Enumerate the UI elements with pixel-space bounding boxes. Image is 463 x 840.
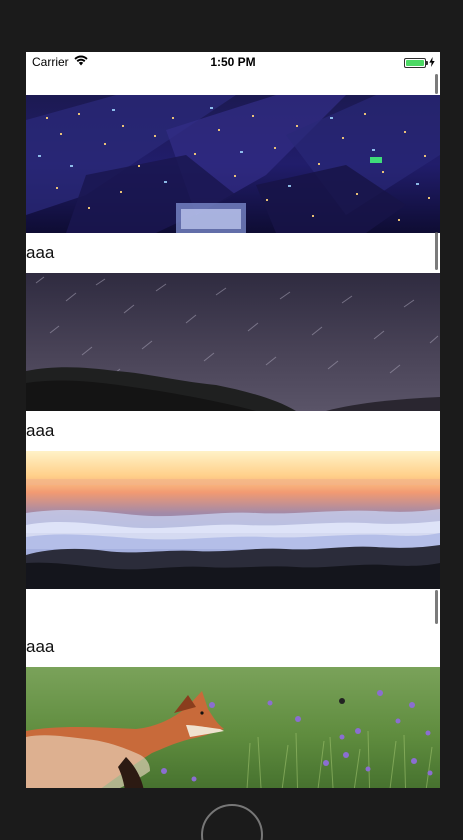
list-item[interactable]: aaa: [26, 95, 440, 273]
list-item[interactable]: aaa: [26, 667, 440, 788]
list-item[interactable]: aaa: [26, 273, 440, 451]
star-trails-image: [26, 273, 440, 411]
scroll-indicator-bottom[interactable]: [435, 590, 438, 624]
fox-meadow-image: [26, 667, 440, 788]
home-button[interactable]: [201, 804, 263, 840]
battery-level: [406, 60, 424, 66]
feed-list[interactable]: aaa aaa aaa: [26, 95, 440, 788]
city-night-image: [26, 95, 440, 233]
scroll-indicator-top[interactable]: [435, 74, 438, 94]
item-title: aaa: [26, 233, 440, 273]
status-time: 1:50 PM: [210, 55, 256, 69]
item-title: aaa: [26, 627, 440, 667]
device-frame: Carrier 1:50 PM aaa aaa aaa: [0, 0, 463, 840]
status-bar: Carrier 1:50 PM: [26, 52, 440, 72]
phone-screen: Carrier 1:50 PM aaa aaa aaa: [26, 52, 440, 788]
item-spacer: [26, 589, 440, 627]
list-item[interactable]: aaa: [26, 451, 440, 667]
status-right: [404, 56, 435, 70]
scroll-indicator-middle[interactable]: [435, 232, 438, 270]
charging-bolt-icon: [429, 56, 435, 70]
sunset-clouds-image: [26, 451, 440, 589]
item-title: aaa: [26, 411, 440, 451]
battery-icon: [404, 58, 428, 68]
